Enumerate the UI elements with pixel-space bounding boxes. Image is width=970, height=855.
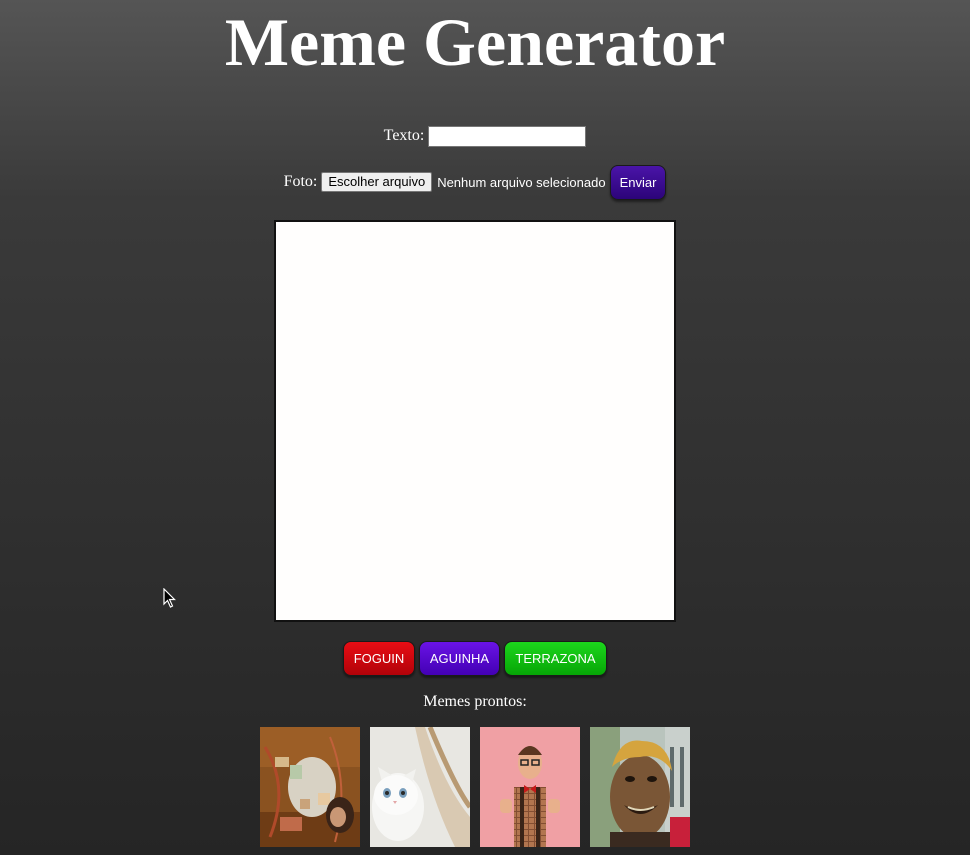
text-label: Texto:: [383, 127, 425, 144]
meme-thumb-thumbsup[interactable]: [480, 727, 580, 847]
filter-terrazona-button[interactable]: TERRAZONA: [504, 641, 607, 676]
kitten-photo-image: [370, 727, 470, 847]
choose-file-button[interactable]: Escolher arquivo: [321, 172, 433, 192]
ready-memes-label: Memes prontos:: [423, 693, 527, 710]
filter-aguinha-button[interactable]: AGUINHA: [419, 641, 500, 676]
meme-thumb-laughing-man[interactable]: [590, 727, 690, 847]
laughing-man-photo-image: [590, 727, 690, 847]
submit-button[interactable]: Enviar: [609, 164, 667, 200]
filter-buttons: FOGUIN AGUINHA TERRAZONA: [0, 641, 950, 676]
text-row: Texto:: [0, 124, 970, 148]
ready-memes-gallery: [260, 727, 690, 847]
text-input[interactable]: [428, 125, 587, 147]
page-title: Meme Generator: [224, 4, 726, 80]
thumbsup-photo-image: [480, 727, 580, 847]
mouse-cursor-icon: [163, 588, 176, 608]
toddler-photo-image: [260, 727, 360, 847]
photo-label: Foto:: [283, 173, 318, 190]
meme-canvas[interactable]: [274, 220, 676, 622]
photo-row: Foto: Escolher arquivo Nenhum arquivo se…: [0, 164, 950, 200]
meme-thumb-toddler[interactable]: [260, 727, 360, 847]
filter-foguin-button[interactable]: FOGUIN: [343, 641, 415, 676]
file-status: Nenhum arquivo selecionado: [437, 174, 606, 190]
meme-thumb-kitten[interactable]: [370, 727, 470, 847]
